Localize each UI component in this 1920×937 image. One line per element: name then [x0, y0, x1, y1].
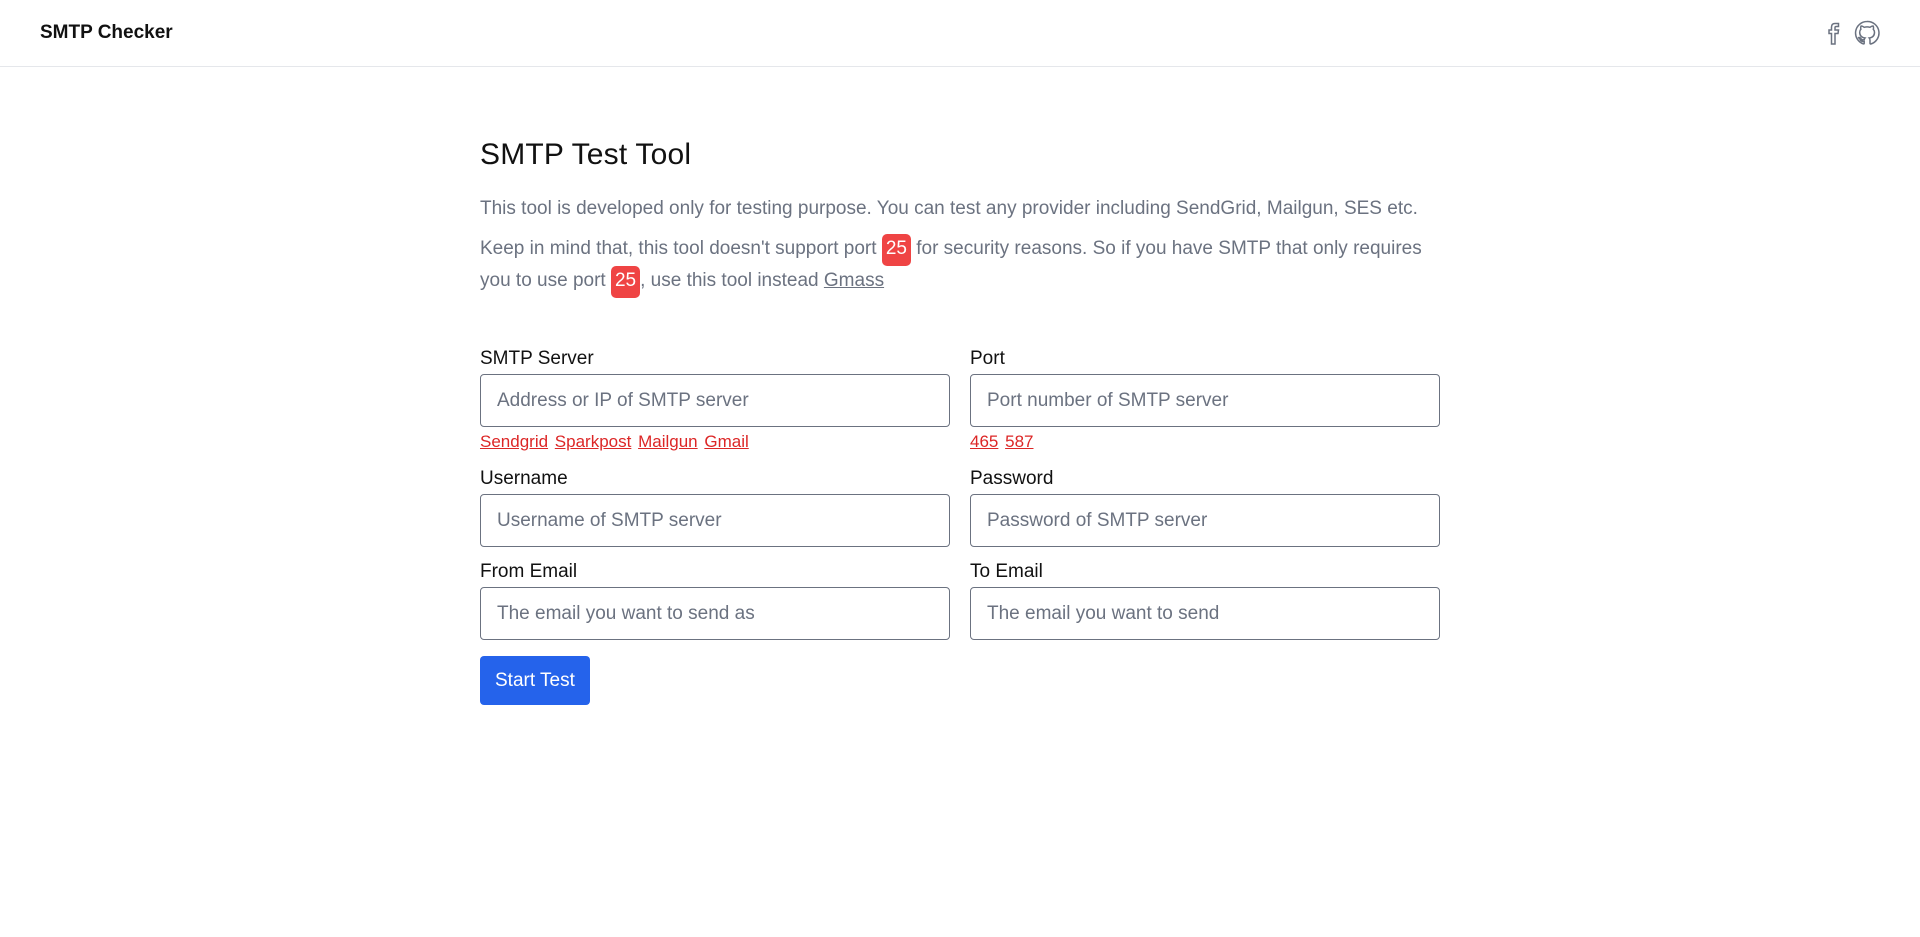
main-content: SMTP Test Tool This tool is developed on…: [480, 138, 1440, 705]
smtp-server-field: SMTP Server Sendgrid Sparkpost Mailgun G…: [480, 348, 950, 454]
page-title: SMTP Test Tool: [480, 138, 692, 171]
smtp-server-input[interactable]: [480, 374, 950, 427]
preset-gmail-link[interactable]: Gmail: [704, 432, 748, 451]
preset-port-587-link[interactable]: 587: [1005, 432, 1033, 451]
from-email-input[interactable]: [480, 587, 950, 640]
smtp-server-label: SMTP Server: [480, 348, 594, 369]
port-note-part1: Keep in mind that, this tool doesn't sup…: [480, 238, 882, 259]
password-label: Password: [970, 468, 1054, 489]
port-note: Keep in mind that, this tool doesn't sup…: [480, 234, 1440, 298]
facebook-icon[interactable]: [1822, 20, 1844, 46]
username-field: Username: [480, 468, 950, 547]
gmass-link[interactable]: Gmass: [824, 270, 884, 291]
from-email-field: From Email: [480, 561, 950, 640]
to-email-field: To Email: [970, 561, 1440, 640]
port-presets: 465 587: [970, 432, 1440, 454]
submit-row: Start Test: [480, 654, 950, 705]
password-field: Password: [970, 468, 1440, 547]
username-input[interactable]: [480, 494, 950, 547]
port-badge: 25: [610, 266, 641, 298]
smtp-server-presets: Sendgrid Sparkpost Mailgun Gmail: [480, 432, 950, 454]
github-icon[interactable]: [1854, 20, 1880, 46]
preset-sendgrid-link[interactable]: Sendgrid: [480, 432, 548, 451]
brand-title[interactable]: SMTP Checker: [40, 22, 173, 44]
password-input[interactable]: [970, 494, 1440, 547]
smtp-test-form: SMTP Server Sendgrid Sparkpost Mailgun G…: [480, 348, 1440, 705]
port-note-part3: , use this tool instead: [640, 270, 824, 291]
from-email-label: From Email: [480, 561, 578, 582]
social-links: [1822, 20, 1880, 46]
preset-sparkpost-link[interactable]: Sparkpost: [555, 432, 632, 451]
preset-port-465-link[interactable]: 465: [970, 432, 998, 451]
intro-text: This tool is developed only for testing …: [480, 198, 1418, 219]
port-field: Port 465 587: [970, 348, 1440, 454]
port-label: Port: [970, 348, 1005, 369]
preset-mailgun-link[interactable]: Mailgun: [638, 432, 698, 451]
port-input[interactable]: [970, 374, 1440, 427]
port-badge: 25: [881, 234, 911, 266]
username-label: Username: [480, 468, 568, 489]
start-test-button[interactable]: Start Test: [480, 656, 590, 705]
to-email-input[interactable]: [970, 587, 1440, 640]
to-email-label: To Email: [970, 561, 1043, 582]
top-navbar: SMTP Checker: [0, 0, 1920, 67]
